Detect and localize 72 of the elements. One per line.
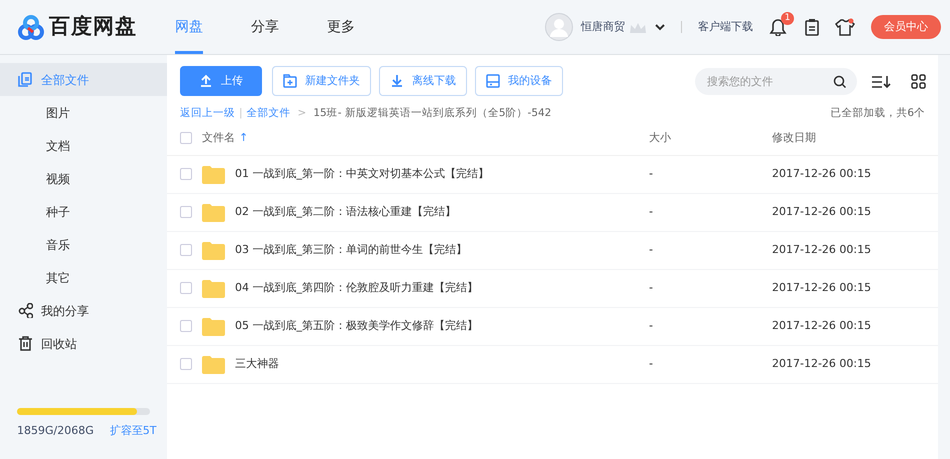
breadcrumb-arrow: > [296,106,308,121]
file-size: - [649,243,653,256]
modified-date: 2017-12-26 00:15 [772,281,872,294]
sidebar-item[interactable]: 回收站 [0,327,167,360]
checkbox[interactable] [180,282,192,294]
user-name[interactable]: 恒唐商贸 [581,18,625,36]
search-field[interactable]: 搜索您的文件 [695,68,857,94]
folder-icon [202,316,225,336]
column-header: 修改日期 [772,131,816,144]
breadcrumb-current: 15班- 新版逻辑英语一站到底系列（全5阶）-542 [313,106,552,121]
nav-tab[interactable]: 分享 [251,3,279,54]
notification-badge: 1 [781,12,794,25]
file-name[interactable]: 02 一战到底_第二阶：语法核心重建【完结】 [235,204,456,220]
file-size: - [649,167,653,180]
storage-usage: 1859G/2068G [17,422,94,438]
checkbox[interactable] [180,244,192,256]
share-icon [18,303,33,318]
client-download-link[interactable]: 客户端下载 [698,18,753,36]
modified-date: 2017-12-26 00:15 [772,243,872,256]
sort-indicator: ↑ [239,130,248,146]
breadcrumb-separator: | [239,106,243,121]
tshirt-icon[interactable] [835,18,855,36]
sidebar-subitem[interactable]: 种子 [0,195,167,228]
file-name[interactable]: 03 一战到底_第三阶：单词的前世今生【完结】 [235,242,467,258]
folder-icon [202,278,225,298]
device-icon [486,74,500,88]
trash-icon [18,336,33,351]
sidebar-subitem[interactable]: 文档 [0,129,167,162]
checkbox[interactable] [180,320,192,332]
bell-icon [769,18,787,36]
clipboard-icon[interactable] [803,18,821,36]
column-header[interactable]: 文件名 [202,130,235,146]
sidebar-item[interactable]: 我的分享 [0,294,167,327]
logo-text: 百度网盘 [49,13,137,40]
folder-icon [202,240,225,260]
crown-icon [629,20,647,34]
download-icon [390,74,404,88]
modified-date: 2017-12-26 00:15 [772,205,872,218]
modified-date: 2017-12-26 00:15 [772,167,872,180]
upload-icon [199,74,213,88]
sort-icon[interactable] [871,74,891,88]
column-header: 大小 [649,131,671,144]
grid-view-icon[interactable] [911,74,926,88]
checkbox[interactable] [180,358,192,370]
sidebar-subitem[interactable]: 视频 [0,162,167,195]
load-status: 已全部加载，共6个 [830,106,925,121]
folder-icon [202,202,225,222]
sidebar-subitem[interactable]: 音乐 [0,228,167,261]
file-name[interactable]: 01 一战到底_第一阶：中英文对切基本公式【完结】 [235,166,489,182]
sidebar-subitem[interactable]: 图片 [0,96,167,129]
file-name[interactable]: 05 一战到底_第五阶：极致美学作文修辞【完结】 [235,318,478,334]
files-icon [18,72,33,87]
checkbox[interactable] [180,168,192,180]
sidebar-subitem[interactable]: 其它 [0,261,167,294]
cloud-logo-icon [17,14,45,40]
file-size: - [649,205,653,218]
modified-date: 2017-12-26 00:15 [772,319,872,332]
checkbox[interactable] [180,206,192,218]
search-icon [833,74,846,88]
file-name[interactable]: 04 一战到底_第四阶：伦敦腔及听力重建【完结】 [235,280,478,296]
checkbox[interactable] [180,132,192,144]
folder-icon [202,164,225,184]
chevron-down-icon [655,24,665,30]
file-size: - [649,281,653,294]
avatar-icon [545,13,573,41]
file-size: - [649,357,653,370]
file-size: - [649,319,653,332]
file-name[interactable]: 三大神器 [235,356,279,372]
folder-icon [202,354,225,374]
modified-date: 2017-12-26 00:15 [772,357,872,370]
nav-tab[interactable]: 更多 [327,3,355,54]
new-folder-icon [283,74,297,88]
